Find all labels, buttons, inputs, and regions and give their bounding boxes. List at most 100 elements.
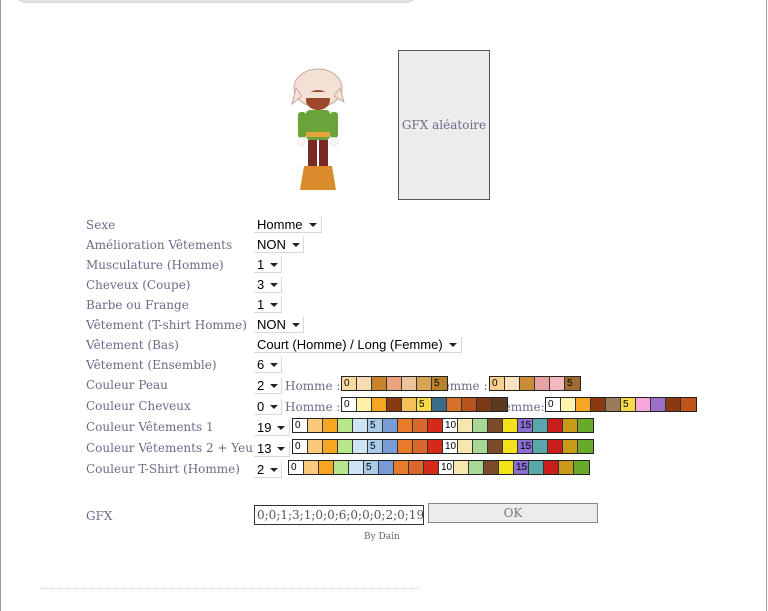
- color-swatch[interactable]: [578, 419, 593, 432]
- color-swatch[interactable]: [387, 377, 402, 390]
- color-swatch[interactable]: [413, 419, 428, 432]
- color-swatch[interactable]: 5: [621, 398, 636, 411]
- color-swatch[interactable]: [308, 440, 323, 453]
- color-swatch[interactable]: 5: [364, 461, 379, 474]
- color-swatch[interactable]: [559, 461, 574, 474]
- select-musculature[interactable]: 1: [254, 257, 282, 273]
- color-swatch[interactable]: [492, 398, 507, 411]
- select-couleur-peau[interactable]: 2: [254, 378, 282, 394]
- color-swatch[interactable]: [458, 419, 473, 432]
- color-swatch[interactable]: [529, 461, 544, 474]
- color-swatch[interactable]: 0: [293, 419, 308, 432]
- color-swatch[interactable]: 0: [289, 461, 304, 474]
- color-swatch[interactable]: [402, 377, 417, 390]
- color-swatch[interactable]: 10: [443, 419, 458, 432]
- color-swatch[interactable]: [398, 440, 413, 453]
- color-swatch[interactable]: [383, 440, 398, 453]
- color-swatch[interactable]: 15: [514, 461, 529, 474]
- color-swatch[interactable]: [681, 398, 696, 411]
- color-swatch[interactable]: [503, 419, 518, 432]
- color-swatch[interactable]: [606, 398, 621, 411]
- color-swatch[interactable]: [477, 398, 492, 411]
- select-vetement-bas[interactable]: Court (Homme) / Long (Femme): [254, 337, 462, 353]
- select-couleur-vetements-1[interactable]: 19: [254, 420, 290, 436]
- color-swatch[interactable]: [383, 419, 398, 432]
- color-swatch[interactable]: [417, 377, 432, 390]
- color-swatch[interactable]: [334, 461, 349, 474]
- color-swatch[interactable]: [424, 461, 439, 474]
- color-swatch[interactable]: [473, 440, 488, 453]
- color-swatch[interactable]: 5: [368, 440, 383, 453]
- color-swatch[interactable]: [550, 377, 565, 390]
- color-swatch[interactable]: [488, 419, 503, 432]
- color-swatch[interactable]: [432, 398, 447, 411]
- color-swatch[interactable]: 15: [518, 440, 533, 453]
- color-swatch[interactable]: 0: [293, 440, 308, 453]
- color-swatch[interactable]: [488, 440, 503, 453]
- color-swatch[interactable]: [349, 461, 364, 474]
- color-swatch[interactable]: 5: [368, 419, 383, 432]
- color-swatch[interactable]: 10: [443, 440, 458, 453]
- color-swatch[interactable]: [544, 461, 559, 474]
- color-swatch[interactable]: [387, 398, 402, 411]
- gfx-code-input[interactable]: 0;0;1;3;1;0;0;6;0;0;0;2;0;19;1: [254, 505, 424, 525]
- color-swatch[interactable]: [520, 377, 535, 390]
- color-swatch[interactable]: [574, 461, 589, 474]
- color-swatch[interactable]: [372, 398, 387, 411]
- select-cheveux-coupe[interactable]: 3: [254, 277, 282, 293]
- color-swatch[interactable]: [338, 440, 353, 453]
- color-swatch[interactable]: [379, 461, 394, 474]
- color-swatch[interactable]: [357, 377, 372, 390]
- color-swatch[interactable]: [428, 419, 443, 432]
- color-swatch[interactable]: 5: [432, 377, 447, 390]
- color-swatch[interactable]: [458, 440, 473, 453]
- color-swatch[interactable]: 0: [546, 398, 561, 411]
- color-swatch[interactable]: [578, 440, 593, 453]
- color-swatch[interactable]: [503, 440, 518, 453]
- color-swatch[interactable]: [563, 419, 578, 432]
- color-swatch[interactable]: [398, 419, 413, 432]
- color-swatch[interactable]: [323, 419, 338, 432]
- color-swatch[interactable]: [499, 461, 514, 474]
- color-swatch[interactable]: [447, 398, 462, 411]
- color-swatch[interactable]: [563, 440, 578, 453]
- select-barbe-frange[interactable]: 1: [254, 297, 282, 313]
- select-couleur-cheveux[interactable]: 0: [254, 399, 282, 415]
- color-swatch[interactable]: [548, 419, 563, 432]
- color-swatch[interactable]: [304, 461, 319, 474]
- color-swatch[interactable]: [353, 440, 368, 453]
- color-swatch[interactable]: [319, 461, 334, 474]
- color-swatch[interactable]: 15: [518, 419, 533, 432]
- color-swatch[interactable]: [484, 461, 499, 474]
- ok-button[interactable]: OK: [428, 503, 598, 523]
- color-swatch[interactable]: [308, 419, 323, 432]
- color-swatch[interactable]: 5: [565, 377, 580, 390]
- random-gfx-button[interactable]: GFX aléatoire: [398, 50, 490, 200]
- color-swatch[interactable]: 5: [417, 398, 432, 411]
- select-vetement-ensemble[interactable]: 6: [254, 357, 282, 373]
- color-swatch[interactable]: 0: [342, 377, 357, 390]
- color-swatch[interactable]: [462, 398, 477, 411]
- color-swatch[interactable]: [535, 377, 550, 390]
- color-swatch[interactable]: 0: [342, 398, 357, 411]
- color-swatch[interactable]: [353, 419, 368, 432]
- color-swatch[interactable]: [548, 440, 563, 453]
- color-swatch[interactable]: [394, 461, 409, 474]
- color-swatch[interactable]: [591, 398, 606, 411]
- color-swatch[interactable]: [533, 440, 548, 453]
- color-swatch[interactable]: [576, 398, 591, 411]
- color-swatch[interactable]: [409, 461, 424, 474]
- color-swatch[interactable]: [428, 440, 443, 453]
- color-swatch[interactable]: [402, 398, 417, 411]
- color-swatch[interactable]: 0: [490, 377, 505, 390]
- color-swatch[interactable]: [372, 377, 387, 390]
- select-vetement-tshirt[interactable]: NON: [254, 317, 304, 333]
- select-couleur-vetements-2[interactable]: 13: [254, 441, 290, 457]
- color-swatch[interactable]: [413, 440, 428, 453]
- select-couleur-tshirt[interactable]: 2: [254, 462, 282, 478]
- select-sexe[interactable]: Homme: [254, 217, 322, 233]
- color-swatch[interactable]: [454, 461, 469, 474]
- color-swatch[interactable]: [505, 377, 520, 390]
- color-swatch[interactable]: [533, 419, 548, 432]
- color-swatch[interactable]: 10: [439, 461, 454, 474]
